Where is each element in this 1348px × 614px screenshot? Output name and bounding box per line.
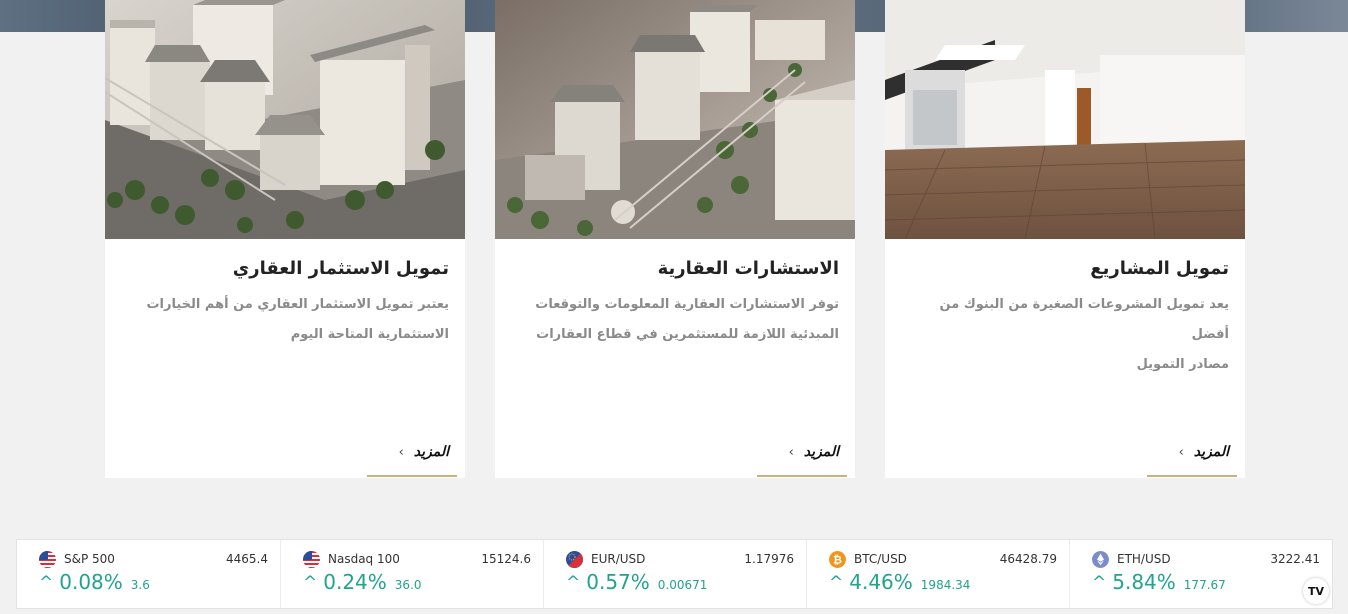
card-description: توفر الاستشارات العقارية المعلومات والتو… — [509, 290, 839, 350]
eur-usd-icon — [566, 550, 583, 568]
tradingview-logo-icon[interactable]: TV — [1303, 578, 1329, 604]
up-arrow-icon: ^ — [1092, 573, 1107, 593]
ticker-change: 36.0 — [394, 578, 422, 592]
ticker-percent: 0.57% — [586, 570, 650, 594]
ticker-change: 1984.34 — [920, 578, 971, 592]
ticker-item-sp500[interactable]: S&P 500 4465.4 ^ 0.08% 3.6 — [17, 540, 280, 608]
ticker-symbol: S&P 500 — [64, 552, 115, 566]
ticker-percent: 0.08% — [59, 570, 123, 594]
more-link-label: المزيد — [1193, 444, 1229, 460]
chevron-right-icon: › — [788, 444, 794, 460]
card-title: تمويل المشاريع — [1090, 258, 1229, 279]
ticker-price: 3222.41 — [1270, 552, 1320, 566]
card-description-line: يعد تمويل المشروعات الصغيرة من البنوك من… — [939, 297, 1229, 342]
ticker-item-btcusd[interactable]: ₿ BTC/USD 46428.79 ^ 4.46% 1984.34 — [806, 540, 1069, 608]
accent-underline — [757, 475, 847, 477]
card-description-line: مصادر التمويل — [1136, 357, 1229, 372]
ticker-symbol: ETH/USD — [1117, 552, 1171, 566]
accent-underline — [367, 475, 457, 477]
more-link-label: المزيد — [413, 444, 449, 460]
more-link-label: المزيد — [803, 444, 839, 460]
ticker-percent: 0.24% — [323, 570, 387, 594]
ticker-change: 3.6 — [130, 578, 150, 592]
bitcoin-icon: ₿ — [829, 550, 846, 568]
up-arrow-icon: ^ — [39, 573, 54, 593]
ticker-item-ethusd[interactable]: ETH/USD 3222.41 ^ 5.84% 177.67 — [1069, 540, 1332, 608]
more-link[interactable]: المزيد › — [1179, 444, 1229, 460]
card-description: يعد تمويل المشروعات الصغيرة من البنوك من… — [899, 290, 1229, 380]
ticker-price: 15124.6 — [481, 552, 531, 566]
card-description: يعتبر تمويل الاستثمار العقاري من أهم الخ… — [119, 290, 449, 350]
ticker-item-nasdaq100[interactable]: Nasdaq 100 15124.6 ^ 0.24% 36.0 — [280, 540, 543, 608]
ticker-symbol: BTC/USD — [854, 552, 907, 566]
ticker-symbol: EUR/USD — [591, 552, 646, 566]
ticker-item-eurusd[interactable]: EUR/USD 1.17976 ^ 0.57% 0.00671 — [543, 540, 806, 608]
up-arrow-icon: ^ — [829, 573, 844, 593]
chevron-right-icon: › — [398, 444, 404, 460]
ticker-percent: 5.84% — [1112, 570, 1176, 594]
service-card-real-estate-investment: تمويل الاستثمار العقاري يعتبر تمويل الاس… — [105, 0, 465, 478]
ticker-change: 0.00671 — [657, 578, 708, 592]
card-description-line: يعتبر تمويل الاستثمار العقاري من أهم الخ… — [146, 297, 449, 312]
card-title: الاستشارات العقارية — [657, 258, 839, 279]
ticker-percent: 4.46% — [849, 570, 913, 594]
ticker-price: 4465.4 — [226, 552, 268, 566]
more-link[interactable]: المزيد › — [399, 444, 449, 460]
svg-text:₿: ₿ — [833, 553, 842, 566]
card-description-line: المبدئية اللازمة للمستثمرين في قطاع العق… — [536, 327, 839, 342]
ethereum-icon — [1092, 550, 1109, 568]
up-arrow-icon: ^ — [566, 573, 581, 593]
us-flag-icon — [39, 550, 56, 568]
ticker-price: 46428.79 — [999, 552, 1057, 566]
card-description-line: الاستثمارية المتاحة اليوم — [290, 327, 449, 342]
ticker-change: 177.67 — [1183, 578, 1226, 592]
empty-room-image — [885, 0, 1245, 239]
service-card-real-estate-consulting: الاستشارات العقارية توفر الاستشارات العق… — [495, 0, 855, 478]
service-card-project-financing: تمويل المشاريع يعد تمويل المشروعات الصغي… — [885, 0, 1245, 478]
card-title: تمويل الاستثمار العقاري — [232, 258, 449, 279]
ticker-symbol: Nasdaq 100 — [328, 552, 400, 566]
city-model-image — [495, 0, 855, 239]
building-model-image — [105, 0, 465, 239]
market-ticker: S&P 500 4465.4 ^ 0.08% 3.6 Nasdaq 100 15… — [16, 539, 1333, 609]
chevron-right-icon: › — [1178, 444, 1184, 460]
card-description-line: توفر الاستشارات العقارية المعلومات والتو… — [535, 297, 839, 312]
up-arrow-icon: ^ — [303, 573, 318, 593]
ticker-price: 1.17976 — [744, 552, 794, 566]
more-link[interactable]: المزيد › — [789, 444, 839, 460]
us-flag-icon — [303, 550, 320, 568]
accent-underline — [1147, 475, 1237, 477]
